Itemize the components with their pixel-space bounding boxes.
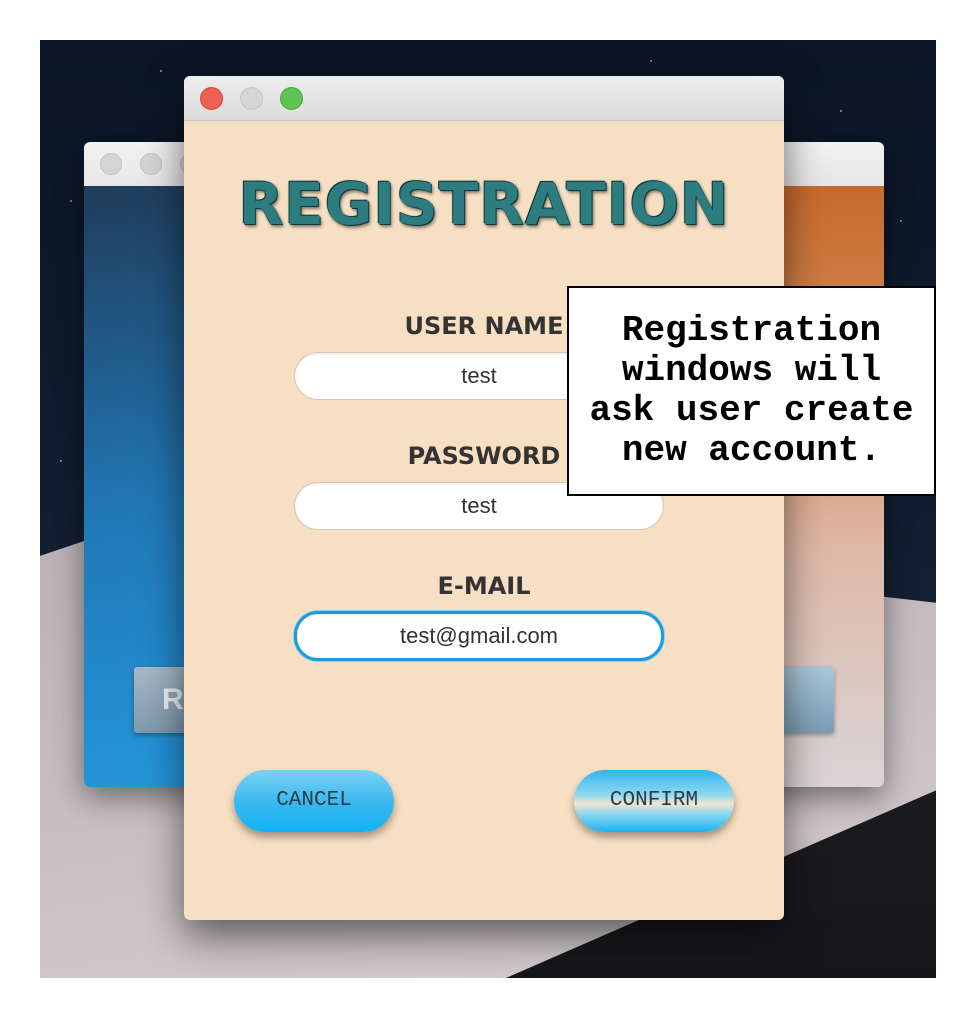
maximize-button[interactable] <box>280 87 303 110</box>
background-minimize-button[interactable] <box>140 153 162 175</box>
email-label: E-MAIL <box>437 572 531 600</box>
registration-title: REGISTRATION <box>238 170 730 238</box>
annotation-text: Registration windows will ask user creat… <box>589 310 914 471</box>
close-button[interactable] <box>200 87 223 110</box>
cancel-button[interactable]: CANCEL <box>234 770 394 832</box>
minimize-button[interactable] <box>240 87 263 110</box>
registration-titlebar[interactable] <box>184 76 784 121</box>
confirm-button[interactable]: CONFIRM <box>574 770 734 832</box>
email-input[interactable] <box>294 611 664 661</box>
background-close-button[interactable] <box>100 153 122 175</box>
annotation-callout: Registration windows will ask user creat… <box>567 286 936 496</box>
registration-window: REGISTRATION USER NAME PASSWORD E-MAIL C… <box>184 76 784 920</box>
